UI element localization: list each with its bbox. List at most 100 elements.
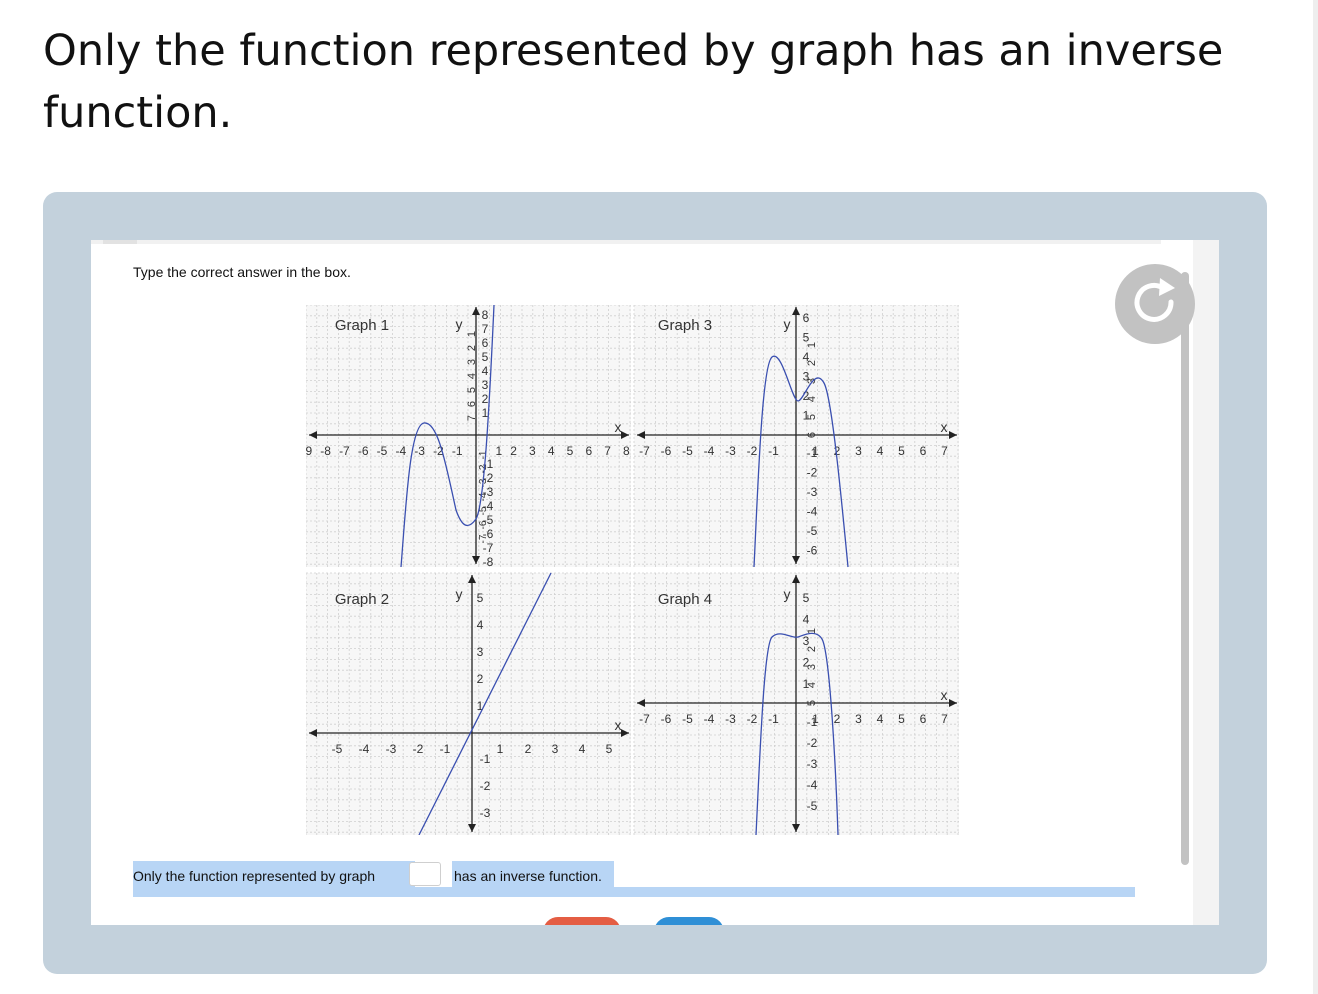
y-tick-label: 5 <box>803 591 810 605</box>
x-tick-label: -7 <box>639 444 650 458</box>
x-tick-label: -8 <box>320 444 331 458</box>
y-tick-label: 2 <box>477 672 484 686</box>
answer-highlight-strip <box>133 887 1135 897</box>
y-tick-label: 2 <box>806 646 818 652</box>
answer-input[interactable] <box>409 862 441 886</box>
y-tick-label: 4 <box>482 364 489 378</box>
x-axis-label: x <box>941 419 948 435</box>
x-axis-label: x <box>615 717 622 733</box>
y-tick-label: 5 <box>806 414 818 420</box>
y-tick-label: -3 <box>807 757 818 771</box>
x-tick-label: 7 <box>941 444 948 458</box>
grid <box>306 572 631 835</box>
next-button[interactable] <box>654 917 724 925</box>
x-tick-label: -4 <box>395 444 406 458</box>
y-tick-label: 2 <box>806 360 818 366</box>
x-tick-label: 3 <box>855 712 862 726</box>
x-tick-label: -3 <box>725 712 736 726</box>
y-tick-label: 6 <box>482 336 489 350</box>
y-tick-label: -4 <box>807 505 818 519</box>
y-tick-label: -3 <box>807 485 818 499</box>
x-tick-label: -7 <box>639 712 650 726</box>
page-scrollbar[interactable] <box>1313 0 1318 994</box>
x-tick-label: 2 <box>525 742 532 756</box>
graph-1: Graph 1xy-9-8-7-6-5-4-3-2-11234567898765… <box>306 305 649 569</box>
y-tick-label: -4 <box>478 492 489 501</box>
y-tick-label: 5 <box>477 591 484 605</box>
x-tick-label: 5 <box>606 742 613 756</box>
graph-4: Graph 4xy-7 -6 -5 -4 -3 -2 -1 1 2 3 4 5 6 754321-1-2-… <box>633 572 959 835</box>
answer-suffix-text: has an inverse function. <box>454 868 602 884</box>
y-tick-label: 4 <box>806 682 818 688</box>
y-tick-label: 3 <box>803 634 810 648</box>
x-tick-label: 5 <box>898 444 905 458</box>
graph-title: Graph 1 <box>335 317 389 334</box>
x-tick-label: -4 <box>359 742 370 756</box>
x-tick-label: 1 <box>497 742 504 756</box>
y-tick-label: 1 <box>466 331 478 337</box>
y-tick-label: -6 <box>807 544 818 558</box>
x-tick-label: -3 <box>386 742 397 756</box>
x-tick-label: -2 <box>747 444 758 458</box>
x-tick-label: 2 <box>834 712 841 726</box>
y-tick-label: -1 <box>480 752 491 766</box>
reset-button[interactable] <box>543 917 621 925</box>
y-tick-label: -2 <box>807 466 818 480</box>
x-tick-label: 1 <box>495 444 502 458</box>
y-tick-label: 6 <box>803 311 810 325</box>
y-axis-label: y <box>456 586 463 602</box>
y-tick-label: 3 <box>466 359 478 365</box>
y-tick-label: -5 <box>807 799 818 813</box>
x-tick-label: 3 <box>529 444 536 458</box>
x-tick-label: 7 <box>604 444 611 458</box>
answer-prefix-text: Only the function represented by graph <box>133 868 376 884</box>
y-tick-label: -2 <box>480 779 491 793</box>
y-tick-label: 4 <box>806 396 818 402</box>
x-tick-label: 4 <box>548 444 555 458</box>
frame-scrollbar-thumb[interactable] <box>1181 272 1189 865</box>
y-axis-label: y <box>784 316 791 332</box>
grid <box>306 305 631 567</box>
y-tick-label: 7 <box>482 322 489 336</box>
embedded-question-frame: Type the correct answer in the box. Grap… <box>91 240 1219 925</box>
x-tick-label: -3 <box>414 444 425 458</box>
y-tick-label: -4 <box>807 778 818 792</box>
y-tick-label: 5 <box>482 350 489 364</box>
x-axis-label: x <box>615 419 622 435</box>
graph-title: Graph 3 <box>658 317 712 334</box>
x-tick-label: -1 <box>768 444 779 458</box>
x-axis-label: x <box>941 687 948 703</box>
x-tick-label: 4 <box>877 444 884 458</box>
y-tick-label: 2 <box>466 345 478 351</box>
question-card: Type the correct answer in the box. Grap… <box>43 192 1267 974</box>
y-tick-label: 5 <box>466 387 478 393</box>
y-tick-label: 4 <box>466 373 478 379</box>
x-tick-label: 5 <box>567 444 574 458</box>
x-tick-label: -1 <box>440 742 451 756</box>
instruction-text: Type the correct answer in the box. <box>133 264 351 280</box>
x-tick-label: -4 <box>704 444 715 458</box>
x-tick-label: 3 <box>552 742 559 756</box>
y-tick-label: -7 <box>478 534 489 543</box>
x-tick-label: 6 <box>585 444 592 458</box>
y-tick-label: 4 <box>803 613 810 627</box>
y-tick-label: -1 <box>807 446 818 460</box>
frame-tab <box>103 240 137 244</box>
x-tick-label: -5 <box>682 712 693 726</box>
x-tick-label: 7 <box>941 712 948 726</box>
y-tick-label: -8 <box>483 555 494 569</box>
y-tick-label: 1 <box>806 342 818 348</box>
x-tick-label: 3 <box>855 444 862 458</box>
x-tick-label: -5 <box>377 444 388 458</box>
x-tick-label: -1 <box>452 444 463 458</box>
refresh-button[interactable] <box>1115 264 1195 344</box>
refresh-icon <box>1134 278 1175 322</box>
y-tick-label: 7 <box>466 415 478 421</box>
x-tick-label: 6 <box>920 712 927 726</box>
x-tick-label: -1 <box>768 712 779 726</box>
y-tick-label: -6 <box>478 520 489 529</box>
y-tick-label: -5 <box>807 524 818 538</box>
y-tick-label: 3 <box>482 378 489 392</box>
y-axis-label: y <box>456 316 463 332</box>
y-tick-label: -3 <box>480 806 491 820</box>
